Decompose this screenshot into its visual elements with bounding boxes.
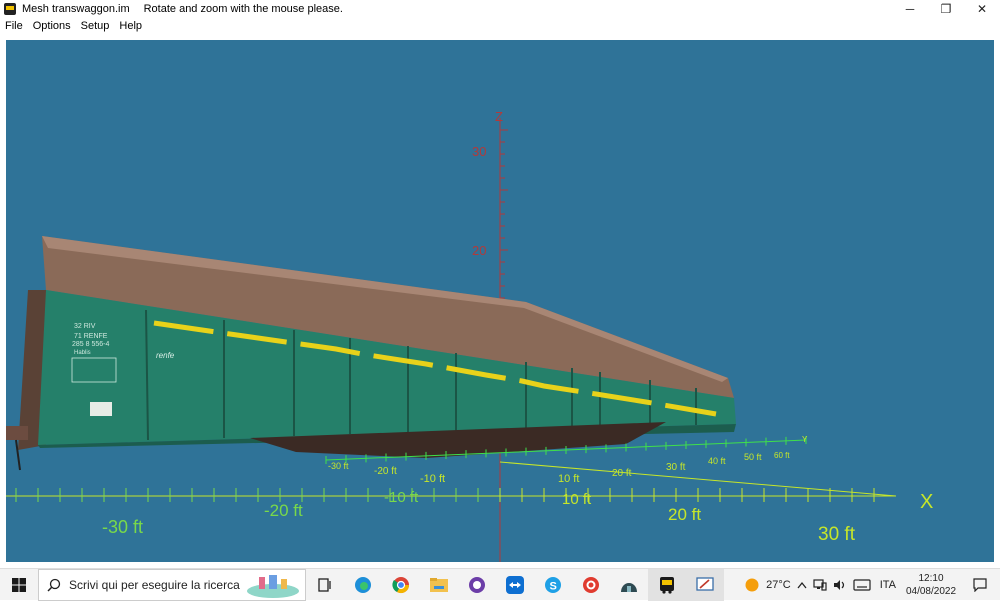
notification-icon	[973, 578, 987, 592]
search-highlight-art-icon	[247, 574, 299, 598]
search-icon	[47, 578, 61, 592]
weather-widget[interactable]: 27°C	[741, 569, 794, 601]
start-button[interactable]	[0, 569, 38, 601]
y-tick-label-m30: -30 ft	[328, 461, 349, 471]
windows-logo-icon	[12, 577, 26, 592]
taskbar-app-edge[interactable]	[344, 569, 382, 601]
taskbar-app-dome[interactable]	[610, 569, 648, 601]
chrome-icon	[392, 576, 410, 593]
tray-overflow-button[interactable]	[794, 569, 810, 601]
x-axis	[6, 461, 897, 502]
wagon-code-1: 32 RIV	[74, 323, 96, 330]
teamviewer-icon	[506, 575, 524, 594]
scene-svg: Z 30 20 32 RIV 71 RENFE 285 8 556-4 Habl…	[6, 109, 933, 562]
skype-icon: S	[545, 576, 561, 593]
minimize-icon: ─	[905, 2, 915, 16]
search-input[interactable]	[69, 577, 259, 592]
taskbar-app-teamviewer[interactable]	[496, 569, 534, 601]
editor-app-icon	[696, 576, 714, 591]
x-tick-label-m20: -20 ft	[264, 501, 303, 520]
volume-button[interactable]	[830, 569, 850, 601]
edge-icon	[355, 576, 371, 593]
restore-button[interactable]: ❐	[928, 0, 964, 18]
menu-help[interactable]: Help	[114, 20, 147, 32]
folder-icon	[430, 577, 448, 592]
taskbar-search[interactable]	[38, 568, 306, 601]
close-icon: ✕	[976, 2, 988, 16]
close-button[interactable]: ✕	[964, 0, 1000, 18]
y-tick-label-m20: -20 ft	[374, 466, 397, 477]
x-axis-label: X	[920, 491, 933, 513]
sun-icon	[745, 578, 759, 592]
clock-time: 12:10	[918, 573, 944, 584]
menu-file[interactable]: File	[0, 20, 28, 32]
window-title: Mesh transwaggon.im	[22, 3, 130, 15]
y-tick-label-m10: -10 ft	[420, 473, 445, 485]
dome-icon	[621, 582, 637, 592]
minimize-button[interactable]: ─	[892, 0, 928, 18]
y-tick-label-10: 10 ft	[558, 473, 579, 485]
taskbar-app-train-sim[interactable]	[648, 568, 686, 601]
z-tick-label-20: 20	[472, 243, 486, 258]
wagon-code-4: Hablis	[74, 350, 91, 356]
taskbar-app-explorer[interactable]	[420, 569, 458, 601]
restore-icon: ❐	[940, 2, 952, 16]
keyboard-button[interactable]	[850, 569, 874, 601]
y-tick-label-30: 30 ft	[666, 462, 686, 473]
menu-bar: File Options Setup Help	[0, 18, 1000, 34]
z-axis-label: Z	[495, 109, 503, 124]
notifications-button[interactable]	[960, 569, 1000, 601]
window-hint: Rotate and zoom with the mouse please.	[143, 3, 343, 15]
y-tick-label-50: 50 ft	[744, 452, 762, 462]
taskbar-app-skype[interactable]: S	[534, 569, 572, 601]
network-button[interactable]	[810, 569, 830, 601]
taskbar: S 27°C ITA 12:10 04/08/2022	[0, 568, 1000, 601]
task-view-icon	[318, 577, 331, 592]
window-controls: ─ ❐ ✕	[892, 0, 1000, 18]
menu-options[interactable]: Options	[28, 20, 76, 32]
wagon-coupler	[6, 426, 28, 440]
system-tray: 27°C ITA 12:10 04/08/2022	[741, 569, 1000, 601]
x-tick-label-10: 10 ft	[562, 491, 592, 508]
taskbar-app-github[interactable]	[458, 569, 496, 601]
app-train-icon	[4, 3, 16, 15]
github-icon	[469, 576, 485, 593]
wagon-code-3: 285 8 556-4	[72, 341, 109, 348]
train-app-icon	[660, 576, 674, 594]
y-tick-label-60: 60 ft	[774, 451, 790, 460]
language-indicator[interactable]: ITA	[874, 569, 902, 601]
menu-setup[interactable]: Setup	[76, 20, 115, 32]
taskbar-app-editor[interactable]	[686, 568, 724, 601]
wagon-label-panel	[90, 402, 112, 416]
wagon-brand: renfe	[156, 351, 175, 360]
z-axis-ticks	[500, 129, 508, 299]
taskbar-app-antivirus[interactable]	[572, 569, 610, 601]
wagon-model: 32 RIV 71 RENFE 285 8 556-4 Hablis renfe	[6, 236, 736, 471]
clock-date: 04/08/2022	[905, 586, 957, 597]
antivirus-icon	[583, 576, 599, 593]
task-view-button[interactable]	[306, 569, 344, 601]
x-tick-label-m30: -30 ft	[102, 517, 143, 537]
taskbar-app-chrome[interactable]	[382, 569, 420, 601]
svg-text:S: S	[550, 580, 557, 592]
title-bar: Mesh transwaggon.im Rotate and zoom with…	[0, 0, 1000, 18]
y-axis-label: Y	[802, 435, 808, 444]
speaker-icon	[833, 580, 844, 590]
clock[interactable]: 12:10 04/08/2022	[902, 572, 960, 598]
y-tick-label-20: 20 ft	[612, 468, 632, 479]
network-icon	[813, 579, 827, 591]
z-tick-label-30: 30	[472, 144, 486, 159]
x-tick-label-m10: -10 ft	[384, 489, 419, 506]
y-tick-label-40: 40 ft	[708, 456, 726, 466]
keyboard-icon	[853, 579, 871, 591]
x-tick-label-20: 20 ft	[668, 505, 701, 524]
wagon-code-2: 71 RENFE	[74, 333, 108, 340]
weather-temperature: 27°C	[766, 579, 791, 591]
x-tick-label-30: 30 ft	[818, 524, 856, 545]
3d-viewport[interactable]: Z 30 20 32 RIV 71 RENFE 285 8 556-4 Habl…	[6, 40, 994, 562]
x-axis-ticks	[15, 488, 875, 502]
app-window: Mesh transwaggon.im Rotate and zoom with…	[0, 0, 1000, 568]
chevron-up-icon	[797, 581, 807, 589]
